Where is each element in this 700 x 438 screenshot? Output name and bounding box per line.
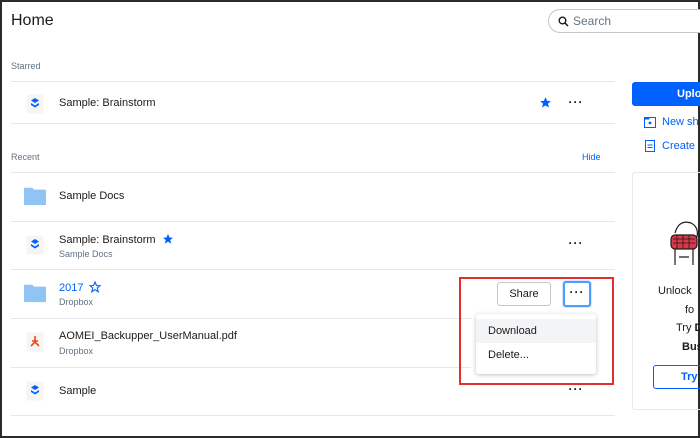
paper-doc-icon	[24, 234, 46, 256]
file-name[interactable]: Sample Docs	[59, 190, 124, 202]
document-icon	[645, 140, 655, 152]
promo-line-2: fo	[685, 304, 695, 316]
shared-folder-icon	[644, 117, 656, 128]
search-icon	[558, 16, 569, 27]
new-shared-folder-link[interactable]: New sh	[644, 116, 700, 130]
folder-icon	[24, 282, 46, 304]
star-outline-icon[interactable]	[89, 281, 102, 293]
more-options-icon[interactable]: ···	[566, 236, 586, 254]
promo-line-1: Unlock	[658, 285, 692, 297]
more-options-icon[interactable]: ···	[566, 95, 586, 113]
starred-row[interactable]: Sample: Brainstorm ···	[11, 80, 615, 128]
promo-line-3-bold: D	[694, 322, 700, 334]
file-name[interactable]: Sample: Brainstorm	[59, 97, 156, 109]
try-button[interactable]: Try	[653, 365, 700, 389]
paper-doc-icon	[24, 93, 46, 115]
recent-section-label: Recent	[11, 152, 40, 162]
new-shared-folder-label[interactable]: New sh	[662, 116, 699, 128]
file-name[interactable]: AOMEI_Backupper_UserManual.pdf	[59, 330, 237, 342]
pdf-file-icon	[24, 331, 46, 353]
star-filled-icon[interactable]	[162, 233, 174, 245]
file-name-with-star[interactable]: 2017	[59, 281, 102, 294]
search-box[interactable]	[548, 9, 700, 33]
starred-section-label: Starred	[11, 61, 41, 71]
divider	[11, 123, 615, 124]
file-location[interactable]: Dropbox	[59, 346, 93, 356]
create-label[interactable]: Create	[662, 140, 695, 152]
promo-line-3: Try D	[676, 322, 700, 334]
file-location[interactable]: Dropbox	[59, 297, 93, 307]
file-location[interactable]: Sample Docs	[59, 249, 113, 259]
recent-row[interactable]: Sample Docs	[11, 172, 615, 220]
folder-icon	[24, 185, 46, 207]
hide-recent-link[interactable]: Hide	[582, 152, 601, 162]
paper-doc-icon	[24, 380, 46, 402]
page-title: Home	[11, 12, 54, 29]
file-name[interactable]: 2017	[59, 282, 83, 294]
upload-button[interactable]: Uplo	[632, 82, 700, 106]
search-input[interactable]	[573, 13, 693, 29]
divider	[11, 415, 615, 416]
promo-line-4: Bus	[682, 341, 700, 353]
highlight-annotation-box	[459, 277, 614, 385]
file-name[interactable]: Sample	[59, 385, 96, 397]
recent-row[interactable]: Sample: Brainstorm Sample Docs ···	[11, 221, 615, 269]
promo-card: Unlock fo Try D Bus Try	[632, 172, 700, 410]
file-name[interactable]: Sample: Brainstorm	[59, 234, 156, 246]
file-name-with-star[interactable]: Sample: Brainstorm	[59, 233, 174, 246]
create-link[interactable]: Create	[644, 140, 700, 154]
star-filled-icon[interactable]	[539, 96, 552, 109]
promo-illustration	[670, 221, 698, 265]
promo-line-3-prefix: Try	[676, 322, 692, 334]
